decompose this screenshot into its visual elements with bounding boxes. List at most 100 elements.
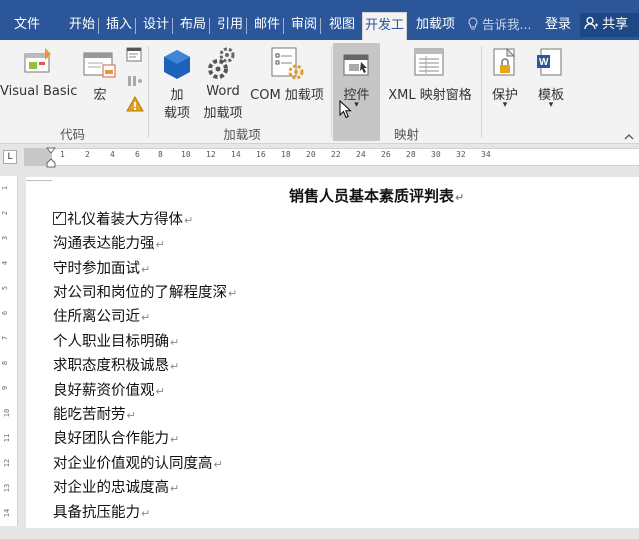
tell-me-search[interactable]: 告诉我... [468, 12, 531, 38]
vruler-tick: 11 [3, 433, 12, 443]
tab-review[interactable]: 审阅 [289, 12, 322, 38]
macros-button[interactable]: 宏 [80, 44, 120, 104]
list-item: 对企业的忠诚度高↵ [53, 480, 180, 496]
controls-icon [343, 50, 371, 82]
lock-document-icon [491, 47, 519, 84]
ruler-tick: 32 [456, 150, 466, 159]
vruler-tick: 14 [3, 508, 12, 518]
ribbon-tab-bar: 文件 开始 插入 设计 布局 引用 邮件 审阅 视图 开发工 加载项 告诉我..… [0, 0, 639, 40]
tab-mailings[interactable]: 邮件 [252, 12, 285, 38]
svg-text:W: W [539, 57, 549, 68]
tell-me-label: 告诉我 [481, 17, 520, 32]
vruler-tick: 8 [1, 360, 10, 366]
vertical-ruler[interactable]: 1 2 3 4 5 6 7 8 9 10 11 12 13 14 [0, 176, 18, 526]
vruler-tick: 2 [1, 210, 10, 216]
ruler-tick: 26 [381, 150, 391, 159]
addins-label-line1: 加 [170, 88, 184, 103]
word-addins-label-line1: Word [206, 84, 240, 99]
list-item: 礼仪着装大方得体↵ [53, 208, 193, 229]
first-line-indent-marker[interactable] [45, 147, 57, 173]
macro-security-icon[interactable] [126, 95, 144, 116]
tab-design[interactable]: 设计 [141, 12, 174, 38]
com-addins-button[interactable]: COM 加载项 [246, 44, 328, 104]
ruler-tick: 34 [481, 150, 491, 159]
group-separator [331, 46, 332, 138]
vruler-tick: 1 [1, 185, 10, 191]
document-title: 销售人员基本素质评判表↵ [289, 187, 465, 205]
ruler-tick: 18 [281, 150, 291, 159]
ruler-tick: 16 [256, 150, 266, 159]
addins-icon [162, 48, 192, 84]
tab-home[interactable]: 开始 [67, 12, 100, 38]
group-label-mapping: 映射 [393, 127, 419, 142]
ruler-tick: 12 [206, 150, 216, 159]
share-button[interactable]: 共享 [580, 13, 639, 37]
ruler-tick: 6 [135, 150, 140, 159]
vruler-tick: 4 [1, 260, 10, 266]
record-macro-icon[interactable] [126, 47, 144, 67]
ruler-tick: 30 [431, 150, 441, 159]
group-label-code: 代码 [59, 127, 85, 142]
vruler-tick: 13 [3, 483, 12, 493]
group-separator [481, 46, 482, 138]
tab-view[interactable]: 视图 [327, 12, 357, 38]
word-addins-button[interactable]: Word 加载项 [200, 44, 246, 122]
ruler-tick: 14 [231, 150, 241, 159]
addins-button[interactable]: 加 载项 [156, 44, 198, 122]
ruler-tick: 24 [356, 150, 366, 159]
tab-file[interactable]: 文件 [12, 12, 42, 38]
ruler-tick: 28 [406, 150, 416, 159]
list-item: 良好团队合作能力↵ [53, 431, 180, 447]
addins-label-line2: 载项 [163, 106, 190, 121]
list-item: 对公司和岗位的了解程度深↵ [53, 285, 238, 301]
group-separator [148, 46, 149, 138]
tab-insert[interactable]: 插入 [104, 12, 137, 38]
vruler-tick: 10 [3, 408, 12, 418]
list-item: 求职态度积极诚恳↵ [53, 358, 180, 374]
checkbox-content-control[interactable] [53, 209, 66, 225]
pause-recording-icon[interactable] [127, 72, 143, 91]
xml-mapping-icon [414, 48, 446, 82]
ruler-tick: 8 [158, 150, 163, 159]
bottom-scroll-area [0, 528, 639, 539]
list-item: 沟通表达能力强↵ [53, 236, 165, 252]
vruler-tick: 12 [3, 458, 12, 468]
list-item: 具备抗压能力↵ [53, 505, 151, 521]
macros-label: 宏 [93, 88, 107, 103]
list-item: 守时参加面试↵ [53, 261, 151, 277]
xml-mapping-label: XML 映射窗格 [388, 88, 472, 103]
ruler-tick: 2 [85, 150, 90, 159]
document-page[interactable]: 销售人员基本素质评判表↵ 礼仪着装大方得体↵ 沟通表达能力强↵ 守时参加面试↵ … [26, 177, 639, 539]
word-template-icon: W [536, 48, 564, 84]
lightbulb-icon [468, 17, 482, 32]
vruler-tick: 9 [1, 385, 10, 391]
list-item: 个人职业目标明确↵ [53, 334, 180, 350]
person-icon [584, 16, 602, 32]
list-item: 住所离公司近↵ [53, 309, 151, 325]
horizontal-ruler[interactable]: L 1 2 4 6 8 10 12 14 16 18 20 22 24 26 2… [0, 144, 639, 170]
com-addins-icon [270, 46, 304, 84]
list-item: 对企业价值观的认同度高↵ [53, 456, 223, 472]
chevron-down-icon: ▾ [502, 100, 508, 110]
vruler-tick: 7 [1, 335, 10, 341]
tab-selector[interactable]: L [3, 150, 17, 164]
collapse-ribbon-icon[interactable] [624, 126, 634, 145]
margin-corner-mark [26, 177, 52, 181]
macros-icon [83, 50, 117, 84]
protect-button[interactable]: 保护 ▾ [484, 44, 526, 122]
ruler-tick: 20 [306, 150, 316, 159]
visual-basic-icon [23, 48, 55, 82]
share-label: 共享 [602, 17, 629, 32]
tab-developer[interactable]: 开发工 [362, 12, 408, 40]
tab-layout[interactable]: 布局 [178, 12, 211, 38]
visual-basic-button[interactable]: Visual Basic [0, 44, 77, 104]
login-link[interactable]: 登录 [545, 12, 571, 38]
ruler-tick: 4 [110, 150, 115, 159]
tab-addins[interactable]: 加载项 [414, 12, 457, 38]
ruler-tick: 1 [60, 150, 65, 159]
tab-references[interactable]: 引用 [215, 12, 248, 38]
ribbon-developer: Visual Basic 宏 代码 加 载项 Word 加载项 COM 加载项 … [0, 40, 639, 144]
xml-mapping-pane-button[interactable]: XML 映射窗格 [382, 44, 478, 104]
gears-icon [207, 46, 239, 84]
templates-button[interactable]: W 模板 ▾ [528, 44, 574, 122]
